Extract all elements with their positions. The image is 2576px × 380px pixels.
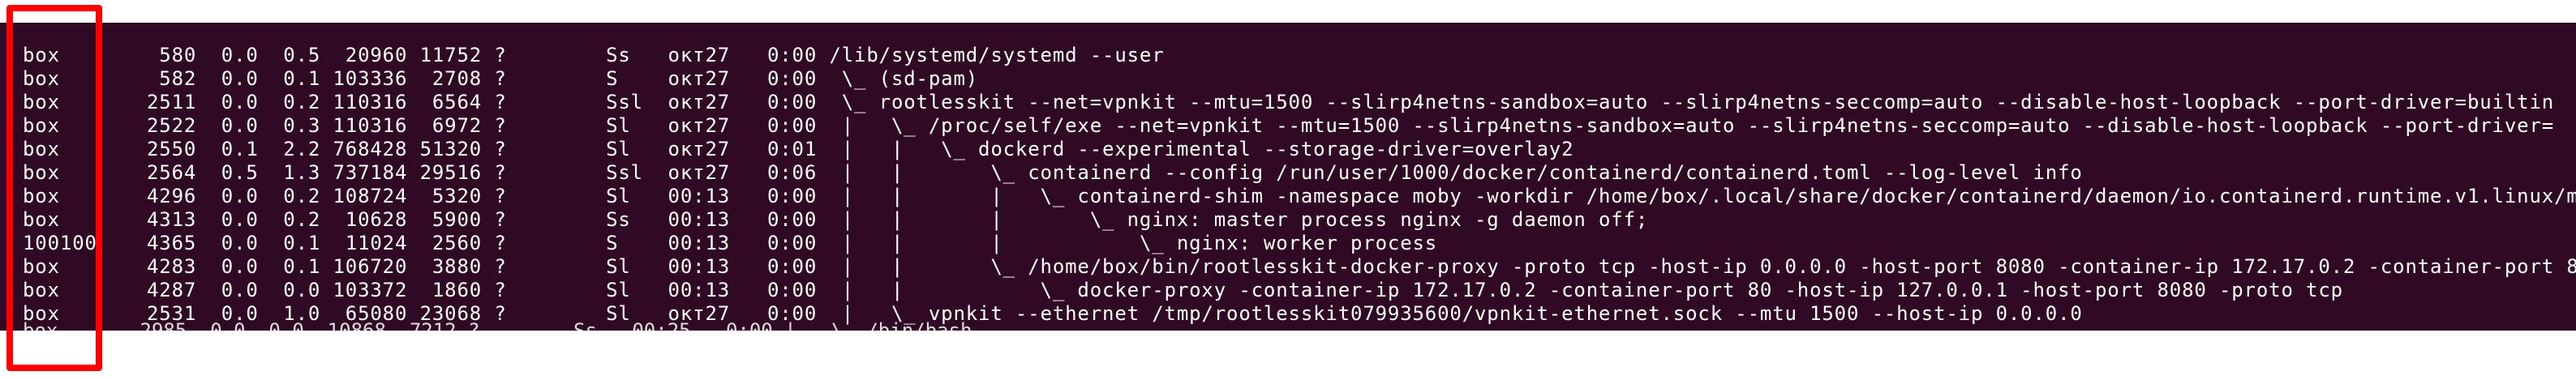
process-row: box 2511 0.0 0.2 110316 6564 ? Ssl окт27… bbox=[23, 91, 2555, 113]
process-row: box 2564 0.5 1.3 737184 29516 ? Ssl окт2… bbox=[23, 161, 2083, 184]
process-row: box 2550 0.1 2.2 768428 51320 ? Sl окт27… bbox=[23, 138, 1574, 160]
clipped-previous-line: - -- - bbox=[23, 23, 1300, 28]
terminal-window[interactable]: - -- - box 580 0.0 0.5 20960 11752 ? Ss … bbox=[0, 23, 2576, 331]
screenshot: - -- - box 580 0.0 0.5 20960 11752 ? Ss … bbox=[0, 0, 2576, 380]
process-row: box 4287 0.0 0.0 103372 1860 ? Sl 00:13 … bbox=[23, 279, 2343, 301]
process-row: box 582 0.0 0.1 103336 2708 ? S окт27 0:… bbox=[23, 67, 979, 90]
process-row: box 2522 0.0 0.3 110316 6972 ? Sl окт27 … bbox=[23, 114, 2555, 137]
process-row: box 4283 0.0 0.1 106720 3880 ? Sl 00:13 … bbox=[23, 255, 2576, 278]
clipped-next-line: box 2985 0.0 0.0 10868 7212 ? Ss 00:25 0… bbox=[23, 319, 972, 331]
process-row: box 4313 0.0 0.2 10628 5900 ? Ss 00:13 0… bbox=[23, 208, 1649, 231]
process-list: box 580 0.0 0.5 20960 11752 ? Ss окт27 0… bbox=[23, 44, 2576, 326]
process-row: box 580 0.0 0.5 20960 11752 ? Ss окт27 0… bbox=[23, 44, 1165, 66]
process-row: box 4296 0.0 0.2 108724 5320 ? Sl 00:13 … bbox=[23, 185, 2576, 207]
process-row: 100100 4365 0.0 0.1 11024 2560 ? S 00:13… bbox=[23, 232, 1438, 254]
